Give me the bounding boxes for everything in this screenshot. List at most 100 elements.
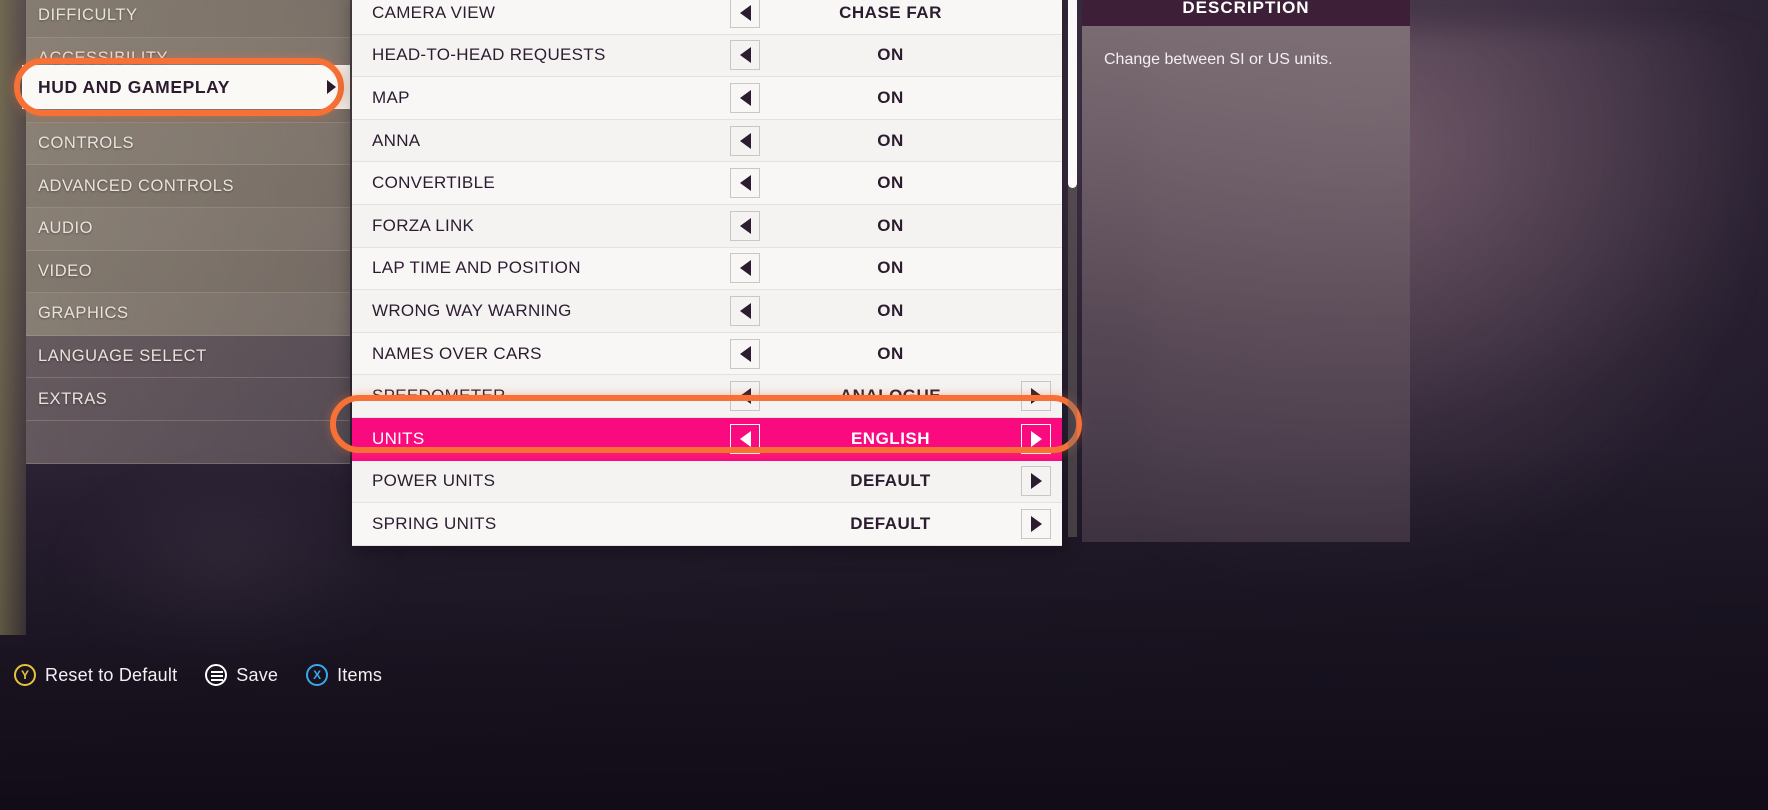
decrease-value-arrow-left-icon[interactable] [730,0,760,28]
decrease-value-arrow-left-icon[interactable] [730,82,760,113]
left-arrow-slot [719,125,771,156]
sidebar-item-graphics[interactable]: GRAPHICS [26,293,350,336]
y-button-icon: Y [14,664,36,686]
settings-row-units[interactable]: UNITS ENGLISH [352,417,1062,461]
hint-label: Items [337,664,383,685]
left-arrow-placeholder [730,466,760,496]
increase-value-arrow-right-icon[interactable] [1021,508,1051,539]
settings-scrollbar-thumb[interactable] [1068,0,1077,188]
triangle-left-icon [739,89,751,106]
left-arrow-slot [719,168,771,199]
right-arrow-placeholder [1021,126,1051,156]
settings-row-value: ON [877,343,904,363]
right-arrow-placeholder [1021,339,1051,369]
left-arrow-slot [719,466,771,496]
settings-row-value: ON [877,258,904,278]
settings-row-label: CAMERA VIEW [372,2,496,22]
decrease-value-arrow-left-icon[interactable] [730,125,760,156]
hint-label: Reset to Default [45,664,178,685]
settings-row-value: ON [877,215,904,235]
sidebar-item-difficulty[interactable]: DIFFICULTY [26,0,350,38]
settings-row-lap-time-and-position[interactable]: LAP TIME AND POSITION ON [352,247,1062,291]
sidebar-item-label: ADVANCED CONTROLS [38,176,235,195]
sidebar-item-label: CONTROLS [38,134,135,153]
sidebar-item-controls[interactable]: CONTROLS [26,122,350,166]
right-arrow-slot [1010,211,1062,241]
decrease-value-arrow-left-icon[interactable] [730,381,760,412]
sidebar-empty-row [26,420,350,464]
triangle-left-icon [739,345,751,362]
increase-value-arrow-right-icon[interactable] [1021,381,1051,412]
settings-row-list: CAMERA VIEW CHASE FAR HEAD-TO-HEAD REQUEST… [352,0,1062,546]
hint-save[interactable]: Save [205,664,278,686]
increase-value-arrow-right-icon[interactable] [1021,423,1051,454]
right-arrow-slot [1010,466,1062,497]
left-arrow-slot [719,381,771,412]
sidebar-item-audio[interactable]: AUDIO [26,207,350,251]
sidebar-item-language-select[interactable]: LANGUAGE SELECT [26,335,350,379]
settings-row-wrong-way-warning[interactable]: WRONG WAY WARNING ON [352,290,1062,333]
right-arrow-placeholder [1021,40,1051,70]
description-body: Change between SI or US units. [1082,26,1410,542]
right-arrow-slot [1010,296,1062,326]
decrease-value-arrow-left-icon[interactable] [730,423,760,454]
settings-row-power-units[interactable]: POWER UNITS DEFAULT [352,460,1062,504]
hint-items[interactable]: X Items [306,664,382,686]
settings-row-speedometer[interactable]: SPEEDOMETER ANALOGUE [352,375,1062,418]
settings-row-convertible[interactable]: CONVERTIBLE ON [352,162,1062,205]
settings-row-label: HEAD-TO-HEAD REQUESTS [372,45,606,65]
left-arrow-placeholder [730,509,760,539]
sidebar-item-label: AUDIO [38,219,94,238]
settings-row-value: DEFAULT [850,471,931,491]
description-panel: DESCRIPTION Change between SI or US unit… [1082,0,1410,542]
left-arrow-slot [719,40,771,71]
right-arrow-slot [1010,253,1062,283]
left-arrow-slot [719,82,771,113]
sidebar-item-label: LANGUAGE SELECT [38,347,207,366]
settings-row-value: ON [877,130,904,150]
sidebar-item-extras[interactable]: EXTRAS [26,378,350,421]
decrease-value-arrow-left-icon[interactable] [730,210,760,241]
settings-row-label: WRONG WAY WARNING [372,300,572,320]
description-text: Change between SI or US units. [1104,51,1333,68]
settings-row-names-over-cars[interactable]: NAMES OVER CARS ON [352,332,1062,376]
settings-row-forza-link[interactable]: FORZA LINK ON [352,204,1062,248]
decrease-value-arrow-left-icon[interactable] [730,295,760,326]
settings-row-anna[interactable]: ANNA ON [352,119,1062,163]
settings-row-label: POWER UNITS [372,471,496,491]
hint-reset-to-default[interactable]: Y Reset to Default [14,664,177,686]
settings-row-label: SPRING UNITS [372,513,497,533]
right-arrow-slot [1010,83,1062,113]
settings-row-value: DEFAULT [850,513,931,533]
button-hint-bar: Y Reset to Default Save X Items [0,655,1768,695]
settings-row-value: ON [877,45,904,65]
settings-row-map[interactable]: MAP ON [352,77,1062,120]
sidebar-item-video[interactable]: VIDEO [26,250,350,294]
right-arrow-slot [1010,508,1062,539]
triangle-left-icon [739,4,751,21]
sidebar-item-label: EXTRAS [38,389,108,408]
right-arrow-slot [1010,126,1062,156]
triangle-left-icon [739,217,751,234]
decrease-value-arrow-left-icon[interactable] [730,40,760,71]
settings-row-camera-view[interactable]: CAMERA VIEW CHASE FAR [352,0,1062,35]
sidebar-item-hud-and-gameplay[interactable]: HUD AND GAMEPLAY [22,65,350,109]
right-arrow-slot [1010,40,1062,70]
settings-row-value: ENGLISH [850,428,931,448]
decrease-value-arrow-left-icon[interactable] [730,168,760,199]
sidebar-item-advanced-controls[interactable]: ADVANCED CONTROLS [26,165,350,208]
settings-row-value: CHASE FAR [839,2,942,22]
triangle-right-icon [1030,388,1042,405]
triangle-left-icon [739,388,751,405]
increase-value-arrow-right-icon[interactable] [1021,466,1051,497]
right-arrow-slot [1010,423,1062,454]
triangle-left-icon [739,175,751,192]
decrease-value-arrow-left-icon[interactable] [730,253,760,284]
settings-row-spring-units[interactable]: SPRING UNITS DEFAULT [352,503,1062,546]
decrease-value-arrow-left-icon[interactable] [730,338,760,369]
left-arrow-slot [719,210,771,241]
settings-row-head-to-head-requests[interactable]: HEAD-TO-HEAD REQUESTS ON [352,34,1062,78]
settings-options-panel: CAMERA VIEW CHASE FAR HEAD-TO-HEAD REQUEST… [330,0,1082,546]
left-arrow-slot [719,338,771,369]
settings-row-label: NAMES OVER CARS [372,343,542,363]
